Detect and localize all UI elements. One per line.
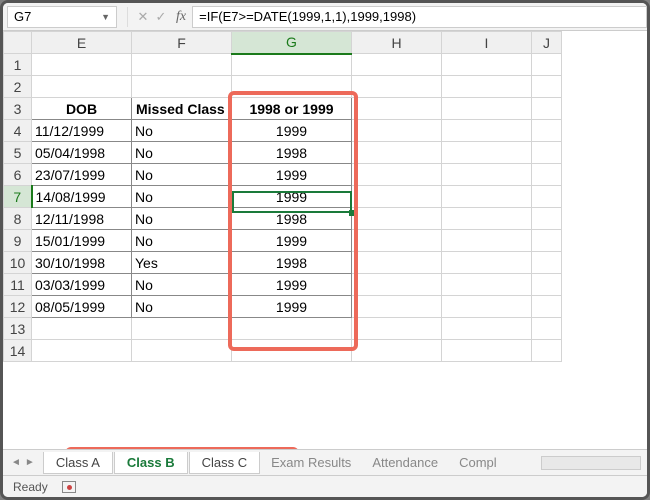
row-header[interactable]: 11 [4,274,32,296]
cell-dob[interactable]: 05/04/1998 [32,142,132,164]
cell-missed[interactable]: No [132,164,232,186]
col-header-E[interactable]: E [32,32,132,54]
tab-next-icon[interactable]: ► [25,457,35,468]
horizontal-scrollbar[interactable] [541,456,641,470]
cell-missed[interactable]: No [132,230,232,252]
row-header[interactable]: 2 [4,76,32,98]
name-box-value: G7 [14,9,31,24]
row-header[interactable]: 10 [4,252,32,274]
cell-year-selected[interactable]: 1999 [232,186,352,208]
cell-dob[interactable]: 14/08/1999 [32,186,132,208]
cell-dob[interactable]: 03/03/1999 [32,274,132,296]
row-header[interactable]: 1 [4,54,32,76]
cell-year[interactable]: 1998 [232,142,352,164]
cell-missed[interactable]: No [132,296,232,318]
name-box[interactable]: G7 ▼ [7,6,117,28]
select-all-corner[interactable] [4,32,32,54]
cell-year[interactable]: 1999 [232,296,352,318]
formula-input[interactable]: =IF(E7>=DATE(1999,1,1),1999,1998) [192,6,647,28]
cell-year[interactable]: 1998 [232,252,352,274]
cell-year[interactable]: 1999 [232,120,352,142]
enter-icon: ✓ [152,9,170,25]
cell-missed[interactable]: No [132,120,232,142]
cell-year[interactable]: 1999 [232,274,352,296]
row-header[interactable]: 5 [4,142,32,164]
header-dob[interactable]: DOB [32,98,132,120]
row-header[interactable]: 4 [4,120,32,142]
tab-exam-results[interactable]: Exam Results [261,452,361,473]
fill-handle[interactable] [349,210,355,216]
cell-year[interactable]: 1999 [232,164,352,186]
row-header[interactable]: 13 [4,318,32,340]
col-header-H[interactable]: H [352,32,442,54]
cell-dob[interactable]: 08/05/1999 [32,296,132,318]
col-header-G[interactable]: G [232,32,352,54]
cell-year[interactable]: 1998 [232,208,352,230]
cell-dob[interactable]: 23/07/1999 [32,164,132,186]
sheet-tab-strip: ◄ ► Class A Class B Class C Exam Results… [3,449,647,475]
cell-missed[interactable]: No [132,208,232,230]
tab-compl[interactable]: Compl [449,452,507,473]
row-header[interactable]: 9 [4,230,32,252]
cell-dob[interactable]: 12/11/1998 [32,208,132,230]
header-missed[interactable]: Missed Class [132,98,232,120]
fx-icon[interactable]: fx [176,9,186,25]
tab-nav-buttons[interactable]: ◄ ► [3,457,43,468]
status-bar: Ready [3,475,647,497]
cell-year[interactable]: 1999 [232,230,352,252]
row-header[interactable]: 12 [4,296,32,318]
formula-bar: G7 ▼ ✕ ✓ fx =IF(E7>=DATE(1999,1,1),1999,… [3,3,647,31]
tab-prev-icon[interactable]: ◄ [11,457,21,468]
macro-record-icon[interactable] [62,481,76,493]
row-header[interactable]: 14 [4,340,32,362]
tab-class-a[interactable]: Class A [43,452,113,474]
row-header[interactable]: 7 [4,186,32,208]
row-header[interactable]: 8 [4,208,32,230]
tab-class-c[interactable]: Class C [189,452,261,474]
worksheet-grid[interactable]: E F G H I J 1 2 3 DOB Missed Class 1998 … [3,31,647,449]
cell-dob[interactable]: 30/10/1998 [32,252,132,274]
cell-missed[interactable]: No [132,142,232,164]
cell-dob[interactable]: 15/01/1999 [32,230,132,252]
cell-missed[interactable]: No [132,186,232,208]
chevron-down-icon[interactable]: ▼ [101,12,110,22]
cell-missed[interactable]: No [132,274,232,296]
cell-missed[interactable]: Yes [132,252,232,274]
row-header[interactable]: 3 [4,98,32,120]
status-text: Ready [13,480,48,494]
col-header-I[interactable]: I [442,32,532,54]
header-year[interactable]: 1998 or 1999 [232,98,352,120]
tab-attendance[interactable]: Attendance [362,452,448,473]
tab-class-b[interactable]: Class B [114,452,188,474]
col-header-F[interactable]: F [132,32,232,54]
col-header-J[interactable]: J [532,32,562,54]
cell-dob[interactable]: 11/12/1999 [32,120,132,142]
formula-text: =IF(E7>=DATE(1999,1,1),1999,1998) [199,9,416,24]
cancel-icon: ✕ [134,9,152,25]
row-header[interactable]: 6 [4,164,32,186]
